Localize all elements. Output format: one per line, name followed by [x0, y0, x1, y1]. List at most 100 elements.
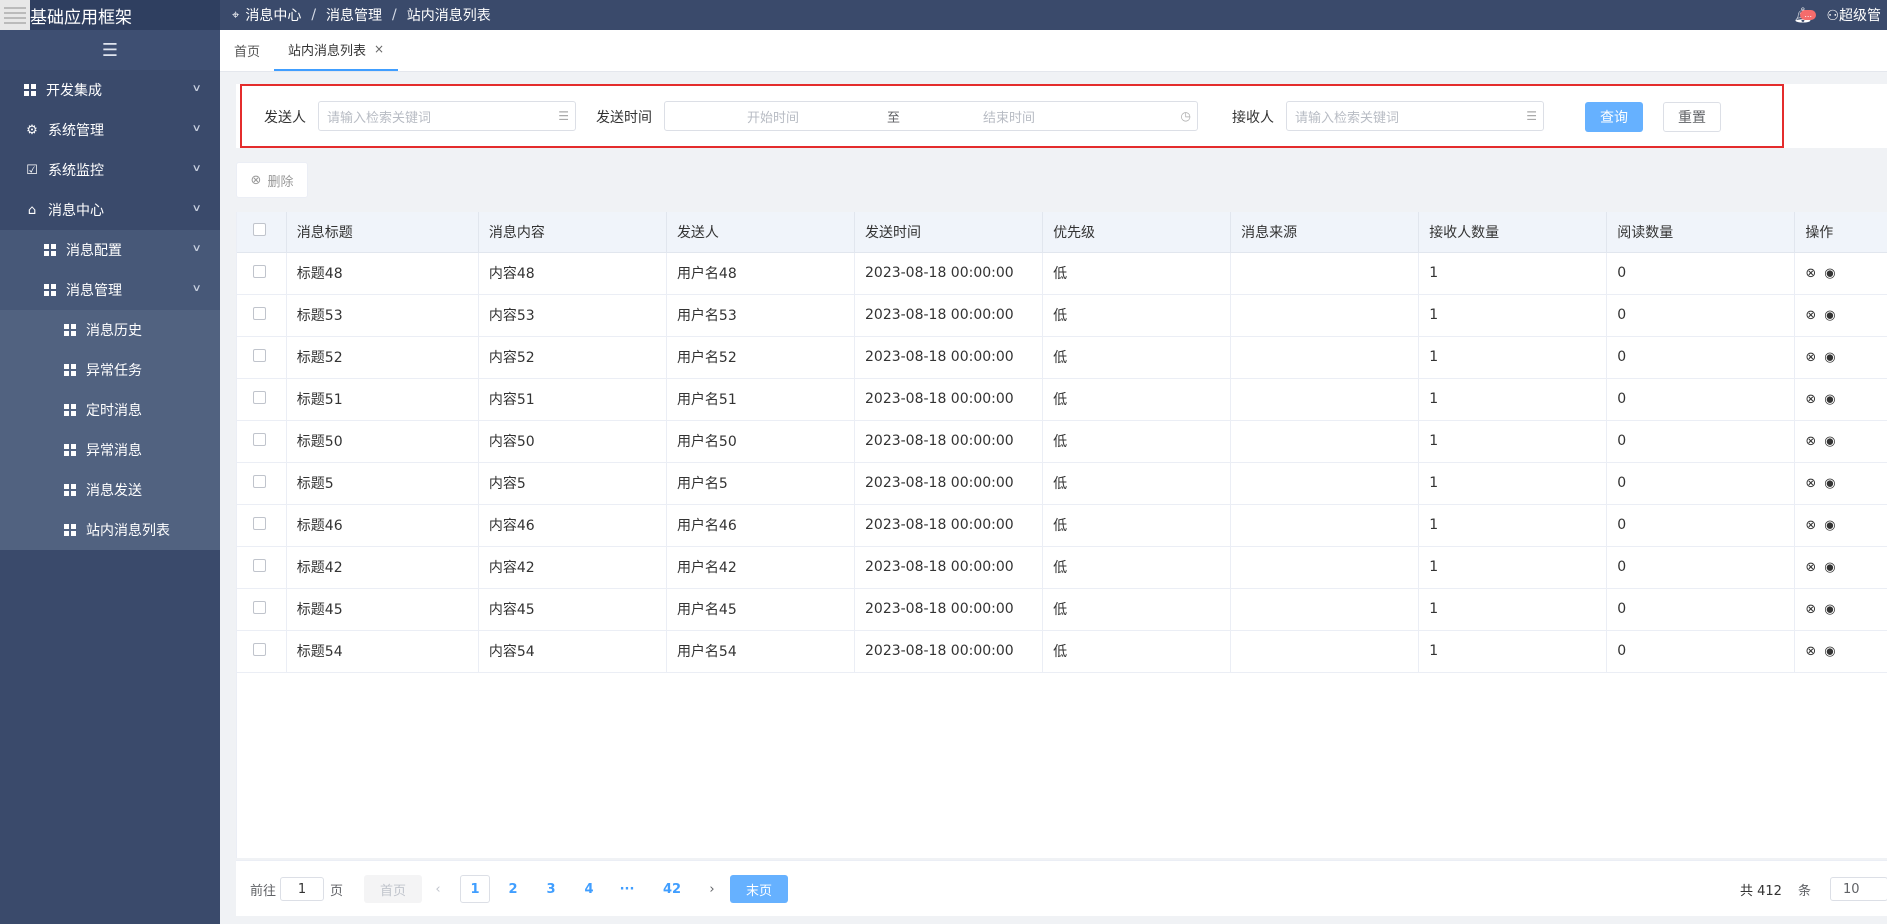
delete-circle-icon[interactable]: ⊗	[1805, 308, 1816, 323]
reset-button[interactable]: 重置	[1663, 102, 1721, 132]
sidebar-item-message-center[interactable]: ⌂ 消息中心 ∨	[0, 190, 220, 230]
sender-input[interactable]: 请输入检索关键词 ☰	[318, 101, 576, 131]
delete-circle-icon[interactable]: ⊗	[1805, 434, 1816, 449]
row-actions: ⊗ ◉	[1794, 294, 1887, 337]
page-number[interactable]: 3	[536, 875, 566, 903]
menu-toggle-icon[interactable]: ☰	[0, 30, 220, 70]
row-checkbox[interactable]	[237, 252, 287, 295]
eye-icon[interactable]: ◉	[1824, 434, 1835, 449]
eye-icon[interactable]: ◉	[1824, 392, 1835, 407]
last-page-button[interactable]: 末页	[730, 875, 788, 903]
tab-inbox-list[interactable]: 站内消息列表 ×	[274, 29, 399, 71]
sidebar-item-system-management[interactable]: ⚙ 系统管理 ∨	[0, 110, 220, 150]
column-header: 阅读数量	[1606, 212, 1796, 253]
table-row[interactable]: 标题52 内容52 用户名52 2023-08-18 00:00:00 低 1 0 ⊗ ◉	[237, 336, 1887, 379]
eye-icon[interactable]: ◉	[1824, 308, 1835, 323]
delete-circle-icon[interactable]: ⊗	[1805, 560, 1816, 575]
sidebar-item-label: 消息历史	[86, 323, 142, 339]
table-row[interactable]: 标题50 内容50 用户名50 2023-08-18 00:00:00 低 1 0 ⊗ ◉	[237, 420, 1887, 463]
eye-icon[interactable]: ◉	[1824, 602, 1835, 617]
delete-circle-icon[interactable]: ⊗	[1805, 518, 1816, 533]
first-page-button[interactable]: 首页	[364, 875, 422, 903]
table-row[interactable]: 标题54 内容54 用户名54 2023-08-18 00:00:00 低 1 0 ⊗ ◉	[237, 630, 1887, 673]
eye-icon[interactable]: ◉	[1824, 644, 1835, 659]
sidebar-item-dev-integration[interactable]: 开发集成 ∨	[0, 70, 220, 110]
page-number[interactable]: 1	[460, 875, 490, 903]
sidebar-item-system-monitor[interactable]: ☑ 系统监控 ∨	[0, 150, 220, 190]
delete-circle-icon[interactable]: ⊗	[1805, 644, 1816, 659]
sidebar-item-message-management[interactable]: 消息管理 ∨	[0, 270, 220, 310]
table-cell: 低	[1042, 504, 1232, 547]
column-header: 消息来源	[1230, 212, 1420, 253]
table-row[interactable]: 标题48 内容48 用户名48 2023-08-18 00:00:00 低 1 0 ⊗ ◉	[237, 252, 1887, 295]
eye-icon[interactable]: ◉	[1824, 560, 1835, 575]
list-icon[interactable]: ☰	[558, 109, 569, 123]
receiver-input[interactable]: 请输入检索关键词 ☰	[1286, 101, 1544, 131]
tab-label: 首页	[234, 44, 261, 60]
total-unit: 条	[1798, 883, 1812, 899]
table-cell: 0	[1606, 504, 1796, 547]
eye-icon[interactable]: ◉	[1824, 266, 1835, 281]
table-cell: 标题5	[286, 462, 479, 505]
sidebar-item-message-history[interactable]: 消息历史	[0, 310, 220, 350]
row-checkbox[interactable]	[237, 294, 287, 337]
user-menu[interactable]: ⚇超级管	[1826, 5, 1881, 25]
select-all-checkbox[interactable]	[237, 212, 287, 253]
table-row[interactable]: 标题53 内容53 用户名53 2023-08-18 00:00:00 低 1 0 ⊗ ◉	[237, 294, 1887, 337]
row-checkbox[interactable]	[237, 462, 287, 505]
row-checkbox[interactable]	[237, 504, 287, 547]
delete-circle-icon[interactable]: ⊗	[1805, 392, 1816, 407]
sidebar-item-abnormal-task[interactable]: 异常任务	[0, 350, 220, 390]
table-row[interactable]: 标题46 内容46 用户名46 2023-08-18 00:00:00 低 1 0 ⊗ ◉	[237, 504, 1887, 547]
tab-home[interactable]: 首页	[220, 29, 274, 71]
table-row[interactable]: 标题42 内容42 用户名42 2023-08-18 00:00:00 低 1 0 ⊗ ◉	[237, 546, 1887, 589]
delete-circle-icon[interactable]: ⊗	[1805, 476, 1816, 491]
goto-page-input[interactable]: 1	[280, 877, 324, 901]
sidebar-item-scheduled-message[interactable]: 定时消息	[0, 390, 220, 430]
row-checkbox[interactable]	[237, 378, 287, 421]
row-checkbox[interactable]	[237, 588, 287, 631]
delete-circle-icon[interactable]: ⊗	[1805, 350, 1816, 365]
query-button[interactable]: 查询	[1585, 102, 1643, 132]
list-icon[interactable]: ☰	[1526, 109, 1537, 123]
eye-icon[interactable]: ◉	[1824, 476, 1835, 491]
table-row[interactable]: 标题45 内容45 用户名45 2023-08-18 00:00:00 低 1 0 ⊗ ◉	[237, 588, 1887, 631]
table-cell: 2023-08-18 00:00:00	[854, 504, 1044, 547]
eye-icon[interactable]: ◉	[1824, 518, 1835, 533]
eye-icon[interactable]: ◉	[1824, 350, 1835, 365]
sidebar-item-inbox-list[interactable]: 站内消息列表	[0, 510, 220, 550]
breadcrumb-item[interactable]: 消息管理	[326, 5, 382, 25]
table-cell: 内容51	[478, 378, 667, 421]
home-icon: ⌂	[27, 202, 37, 218]
table-cell: 内容54	[478, 630, 667, 673]
row-checkbox[interactable]	[237, 336, 287, 379]
table-cell: 2023-08-18 00:00:00	[854, 336, 1044, 379]
row-checkbox[interactable]	[237, 630, 287, 673]
next-page-button[interactable]: ›	[702, 875, 722, 903]
table-row[interactable]: 标题51 内容51 用户名51 2023-08-18 00:00:00 低 1 0 ⊗ ◉	[237, 378, 1887, 421]
page-number[interactable]: 2	[498, 875, 528, 903]
page-number[interactable]: 42	[654, 875, 690, 903]
sidebar-item-message-send[interactable]: 消息发送	[0, 470, 220, 510]
table-cell: 内容45	[478, 588, 667, 631]
date-range-picker[interactable]: 开始时间 至 结束时间 ◷	[664, 101, 1198, 131]
row-checkbox[interactable]	[237, 546, 287, 589]
sidebar-item-abnormal-message[interactable]: 异常消息	[0, 430, 220, 470]
row-actions: ⊗ ◉	[1794, 630, 1887, 673]
close-icon[interactable]: ×	[374, 42, 384, 56]
table-row[interactable]: 标题5 内容5 用户名5 2023-08-18 00:00:00 低 1 0 ⊗ ◉	[237, 462, 1887, 505]
delete-circle-icon[interactable]: ⊗	[1805, 602, 1816, 617]
prev-page-button[interactable]: ‹	[428, 875, 448, 903]
table-cell: 1	[1418, 546, 1608, 589]
page-number[interactable]: 4	[574, 875, 604, 903]
bell-icon[interactable]: 🔔︎...	[1793, 6, 1817, 24]
table-cell: 标题54	[286, 630, 479, 673]
breadcrumb-item[interactable]: 消息中心	[245, 5, 301, 25]
page-size-select[interactable]: 10	[1830, 877, 1887, 901]
delete-circle-icon[interactable]: ⊗	[1805, 266, 1816, 281]
row-checkbox[interactable]	[237, 420, 287, 463]
table-cell: 用户名54	[666, 630, 856, 673]
sidebar-item-message-config[interactable]: 消息配置 ∨	[0, 230, 220, 270]
more-pages-icon[interactable]: ···	[612, 875, 642, 903]
delete-button[interactable]: ⊗ 删除	[236, 162, 308, 198]
